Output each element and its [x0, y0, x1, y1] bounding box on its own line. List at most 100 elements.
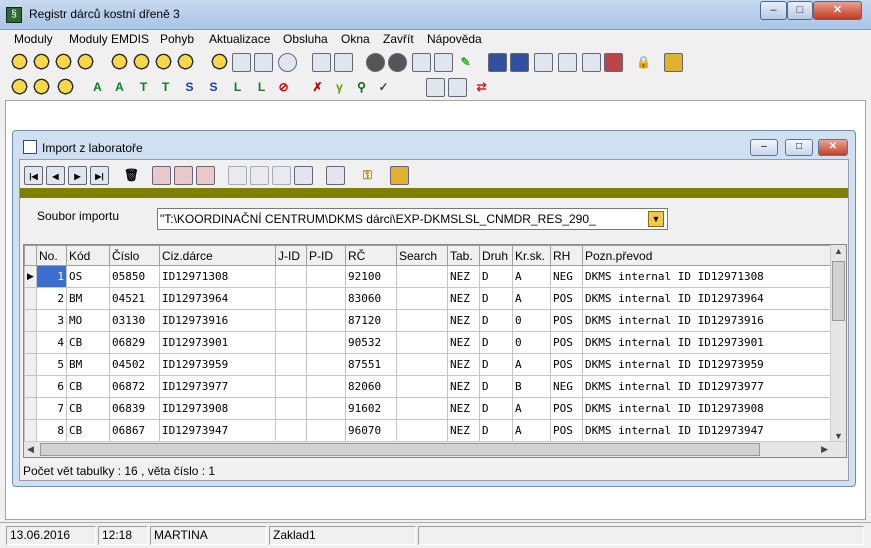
table-cell[interactable]: DKMS internal ID ID12973964 — [582, 287, 831, 310]
table-cell[interactable]: ID12973908 — [159, 397, 276, 420]
table-cell[interactable]: DKMS internal ID ID12973977 — [582, 375, 831, 398]
table-cell[interactable]: ID12973977 — [159, 375, 276, 398]
table-cell[interactable]: 06829 — [109, 331, 160, 354]
table-cell[interactable]: 06872 — [109, 375, 160, 398]
table-cell[interactable]: DKMS internal ID ID12971308 — [582, 265, 831, 288]
table-cell[interactable]: 1 — [36, 265, 67, 288]
form-icon[interactable] — [312, 53, 331, 72]
table-cell[interactable]: NEZ — [447, 397, 480, 420]
column-header[interactable]: RH — [550, 245, 583, 266]
table-cell[interactable]: D — [479, 287, 513, 310]
letter-a-icon[interactable]: A — [88, 78, 107, 97]
table-cell[interactable] — [396, 419, 448, 442]
donor-face-icon[interactable] — [154, 53, 173, 72]
column-header[interactable]: Kr.sk. — [512, 245, 551, 266]
table-cell[interactable] — [306, 309, 346, 332]
scroll-down-icon[interactable]: ▼ — [834, 431, 843, 441]
table-icon[interactable] — [334, 53, 353, 72]
table-cell[interactable] — [306, 331, 346, 354]
table-cell[interactable]: POS — [550, 331, 583, 354]
table-cell[interactable]: NEZ — [447, 331, 480, 354]
letter-t-icon[interactable]: T — [156, 78, 175, 97]
trash-icon[interactable]: 🗑 — [122, 166, 141, 185]
pen-icon[interactable]: ✎ — [456, 53, 475, 72]
key-icon[interactable]: ⚿ — [358, 166, 377, 185]
columns-icon[interactable] — [488, 53, 507, 72]
table-cell[interactable]: A — [512, 353, 551, 376]
table-row[interactable]: 7 CB 06839 ID12973908 91602 NEZ D A POS DKMS inte… — [24, 397, 831, 420]
table-cell[interactable]: OS — [66, 265, 110, 288]
forbidden-icon[interactable]: ⊘ — [274, 78, 293, 97]
table-cell[interactable]: 8 — [36, 419, 67, 442]
minimize-button[interactable]: – — [760, 1, 787, 20]
horizontal-scroll-thumb[interactable] — [40, 443, 760, 456]
table-cell[interactable] — [396, 331, 448, 354]
last-record-icon[interactable]: ▶| — [90, 166, 109, 185]
table-cell[interactable]: NEG — [550, 265, 583, 288]
donor-face-icon[interactable] — [132, 53, 151, 72]
print-list-icon[interactable] — [448, 78, 467, 97]
swap-arrows-icon[interactable]: ⇄ — [472, 78, 491, 97]
table-cell[interactable] — [275, 397, 307, 420]
donor-face-icon[interactable] — [76, 53, 95, 72]
print-setup-icon[interactable] — [196, 166, 215, 185]
phone-icon[interactable] — [366, 53, 385, 72]
table-cell[interactable]: 06839 — [109, 397, 160, 420]
table-cell[interactable]: ID12973964 — [159, 287, 276, 310]
letter-l-icon[interactable]: L — [228, 78, 247, 97]
table-cell[interactable]: NEZ — [447, 353, 480, 376]
table-cell[interactable]: 2 — [36, 287, 67, 310]
import-grid[interactable]: No. Kód Číslo Ciz.dárce J-ID P-ID RČ Sea… — [23, 244, 847, 458]
table-cell[interactable]: DKMS internal ID ID12973916 — [582, 309, 831, 332]
document-icon[interactable] — [254, 53, 273, 72]
letter-t-icon[interactable]: T — [134, 78, 153, 97]
report-icon[interactable] — [426, 78, 445, 97]
table-cell[interactable]: DKMS internal ID ID12973947 — [582, 419, 831, 442]
arrange-icon[interactable] — [582, 53, 601, 72]
table-cell[interactable]: 87120 — [345, 309, 397, 332]
table-cell[interactable]: ID12973916 — [159, 309, 276, 332]
inner-maximize-button[interactable]: □ — [785, 139, 813, 156]
table-cell[interactable]: B — [512, 375, 551, 398]
export-icon[interactable] — [434, 53, 453, 72]
table-cell[interactable]: MO — [66, 309, 110, 332]
table-cell[interactable] — [396, 353, 448, 376]
table-cell[interactable] — [275, 287, 307, 310]
table-cell[interactable]: 05850 — [109, 265, 160, 288]
column-header[interactable]: Ciz.dárce — [159, 245, 276, 266]
table-cell[interactable]: POS — [550, 419, 583, 442]
table-cell[interactable] — [275, 265, 307, 288]
letter-l-icon[interactable]: L — [252, 78, 271, 97]
table-cell[interactable]: D — [479, 353, 513, 376]
windows-icon[interactable] — [534, 53, 553, 72]
table-cell[interactable]: 90532 — [345, 331, 397, 354]
table-cell[interactable]: CB — [66, 419, 110, 442]
table-row[interactable]: 2 BM 04521 ID12973964 83060 NEZ D A POS DKMS inte… — [24, 287, 831, 310]
horizontal-scrollbar[interactable]: ◀ ▶ — [24, 441, 846, 457]
table-cell[interactable]: DKMS internal ID ID12973901 — [582, 331, 831, 354]
donor-face-icon[interactable] — [32, 53, 51, 72]
table-cell[interactable]: 4 — [36, 331, 67, 354]
table-cell[interactable]: POS — [550, 287, 583, 310]
table-cell[interactable]: DKMS internal ID ID12973908 — [582, 397, 831, 420]
table-cell[interactable] — [306, 265, 346, 288]
table-cell[interactable]: D — [479, 309, 513, 332]
table-cell[interactable]: POS — [550, 353, 583, 376]
prev-record-icon[interactable]: ◀ — [46, 166, 65, 185]
menu-pohyb[interactable]: Pohyb — [160, 32, 194, 46]
table-row[interactable]: ▶ 1 OS 05850 ID12971308 92100 NEZ D A NEG DKMS int… — [24, 265, 831, 288]
table-cell[interactable]: BM — [66, 353, 110, 376]
letter-s-icon[interactable]: S — [204, 78, 223, 97]
table-cell[interactable]: NEZ — [447, 419, 480, 442]
column-header[interactable]: Search — [396, 245, 448, 266]
table-cell[interactable]: NEZ — [447, 287, 480, 310]
maximize-button[interactable]: □ — [787, 1, 813, 20]
inner-minimize-button[interactable]: – — [750, 139, 778, 156]
print-icon[interactable] — [152, 166, 171, 185]
table-cell[interactable]: 0 — [512, 309, 551, 332]
print-preview-icon[interactable] — [174, 166, 193, 185]
table-cell[interactable] — [306, 419, 346, 442]
table-cell[interactable] — [275, 309, 307, 332]
table-cell[interactable]: 87551 — [345, 353, 397, 376]
donor-face-icon[interactable] — [56, 78, 75, 97]
